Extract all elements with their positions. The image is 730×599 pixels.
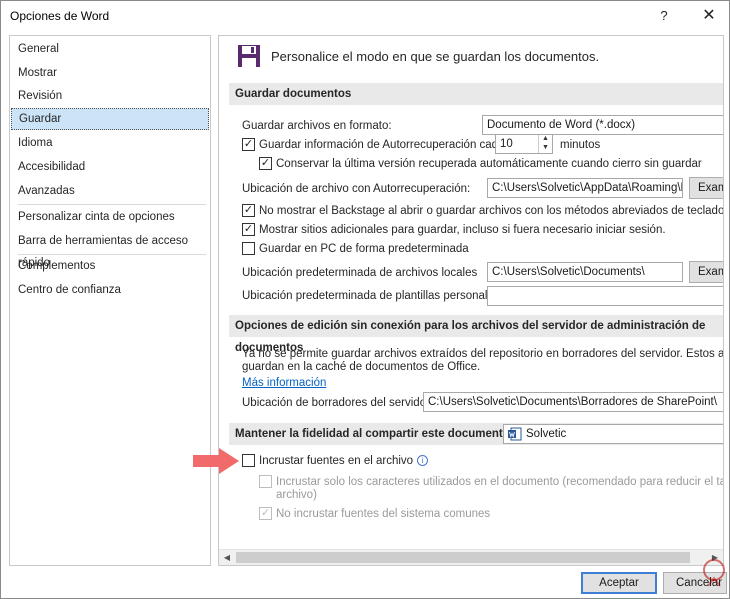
autorecover-location-field[interactable]: C:\Users\Solvetic\AppData\Roaming\Mic [487, 178, 683, 198]
section-title-offline: Opciones de edición sin conexión para lo… [229, 315, 723, 354]
pointer-arrow-icon [193, 448, 239, 474]
stepper-arrows[interactable]: ▲ ▼ [538, 135, 552, 153]
nav-item-revision[interactable]: Revisión [11, 85, 209, 107]
title-bar: Opciones de Word ? ✕ [1, 1, 729, 31]
nav-item-barra-acceso-rapido[interactable]: Barra de herramientas de acceso rápido [11, 230, 209, 269]
horizontal-scrollbar[interactable]: ◀ ▶ [219, 549, 723, 565]
save-disk-icon [238, 45, 260, 67]
autorecover-checkbox[interactable]: ✓ [242, 138, 255, 151]
autorecover-label: Guardar información de Autorrecuperación… [259, 139, 505, 151]
show-places-label: Mostrar sitios adicionales para guardar,… [259, 224, 666, 236]
no-backstage-checkbox[interactable]: ✓ [242, 204, 255, 217]
drafts-location-field[interactable]: C:\Users\Solvetic\Documents\Borradores d… [423, 392, 723, 412]
nav-item-complementos[interactable]: Complementos [11, 255, 209, 277]
templates-location-field[interactable] [487, 286, 723, 306]
nav-item-avanzadas[interactable]: Avanzadas [11, 180, 209, 202]
scrollbar-thumb[interactable] [236, 552, 690, 563]
watermark-logo-icon [703, 559, 725, 587]
no-backstage-label: No mostrar el Backstage al abrir o guard… [259, 205, 723, 217]
templates-location-label: Ubicación predeterminada de plantillas p… [242, 290, 503, 302]
more-info-link[interactable]: Más información [242, 377, 326, 389]
info-icon[interactable]: i [417, 455, 429, 466]
embed-fonts-checkbox[interactable] [242, 454, 255, 467]
options-content: Personalice el modo en que se guardan lo… [219, 36, 723, 549]
autorecover-location-label: Ubicación de archivo con Autorrecuperaci… [242, 183, 471, 195]
fidelity-document-name: Solvetic [526, 428, 567, 440]
nav-item-idioma[interactable]: Idioma [11, 132, 209, 154]
nav-item-mostrar[interactable]: Mostrar [11, 62, 209, 84]
section-title-guardar: Guardar documentos [229, 83, 723, 105]
nav-item-centro-confianza[interactable]: Centro de confianza [11, 279, 209, 301]
stepper-up-icon[interactable]: ▲ [539, 135, 552, 143]
embed-fonts-row: Incrustar fuentes en el archivo i [259, 455, 429, 467]
fidelity-title-text: Mantener la fidelidad al compartir este … [235, 428, 514, 440]
embed-used-chars-checkbox [259, 475, 272, 488]
show-places-checkbox[interactable]: ✓ [242, 223, 255, 236]
word-document-icon [508, 427, 522, 441]
accept-button[interactable]: Aceptar [581, 572, 657, 594]
drafts-location-label: Ubicación de borradores del servidor: [242, 397, 434, 409]
stepper-down-icon[interactable]: ▼ [539, 143, 552, 152]
nav-separator [18, 204, 206, 205]
embed-fonts-label: Incrustar fuentes en el archivo [259, 455, 414, 467]
embed-used-chars-label: Incrustar solo los caracteres utilizados… [276, 476, 723, 488]
format-select[interactable]: Documento de Word (*.docx) [482, 115, 723, 135]
nav-item-general[interactable]: General [11, 38, 209, 60]
options-nav: General Mostrar Revisión Guardar Idioma … [9, 35, 211, 566]
keep-last-version-checkbox[interactable]: ✓ [259, 157, 272, 170]
save-pc-label: Guardar en PC de forma predeterminada [259, 243, 469, 255]
keep-last-version-label: Conservar la última versión recuperada a… [276, 158, 702, 170]
autorecover-browse-button[interactable]: Exam [689, 177, 723, 199]
no-system-fonts-checkbox: ✓ [259, 507, 272, 520]
autorecover-minutes-stepper[interactable]: 10 ▲ ▼ [495, 134, 553, 154]
minutes-label: minutos [560, 139, 601, 151]
options-pane: Personalice el modo en que se guardan lo… [218, 35, 724, 566]
autorecover-minutes-value: 10 [500, 138, 513, 150]
nav-item-guardar[interactable]: Guardar [11, 108, 209, 130]
save-pc-checkbox[interactable] [242, 242, 255, 255]
word-options-dialog: Opciones de Word ? ✕ General Mostrar Rev… [0, 0, 730, 599]
fidelity-document-select[interactable]: Solvetic [503, 424, 723, 444]
local-location-label: Ubicación predeterminada de archivos loc… [242, 267, 478, 279]
window-title: Opciones de Word [10, 9, 110, 23]
help-icon[interactable]: ? [650, 3, 678, 27]
format-label: Guardar archivos en formato: [242, 120, 392, 132]
embed-used-chars-label-cont: archivo) [276, 489, 317, 501]
scroll-left-icon[interactable]: ◀ [219, 550, 235, 565]
local-browse-button[interactable]: Exam [689, 261, 723, 283]
nav-item-personalizar-cinta[interactable]: Personalizar cinta de opciones [11, 206, 209, 228]
page-header-text: Personalice el modo en que se guardan lo… [271, 49, 600, 64]
close-icon[interactable]: ✕ [695, 3, 723, 27]
offline-desc-line1: Ya no se permite guardar archivos extraí… [242, 348, 723, 360]
local-location-field[interactable]: C:\Users\Solvetic\Documents\ [487, 262, 683, 282]
offline-desc-line2: guardan en la caché de documentos de Off… [242, 361, 481, 373]
no-system-fonts-label: No incrustar fuentes del sistema comunes [276, 508, 491, 520]
nav-item-accesibilidad[interactable]: Accesibilidad [11, 156, 209, 178]
